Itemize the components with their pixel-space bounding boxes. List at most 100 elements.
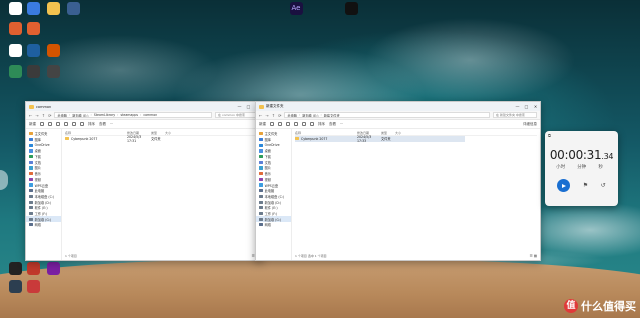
sidebar-item-label: 桌面 — [264, 149, 271, 154]
copy-icon[interactable] — [48, 122, 52, 126]
title-bar[interactable]: common — □ ✕ — [26, 102, 262, 111]
breadcrumb-item[interactable]: 此电脑 — [57, 113, 67, 118]
lap-flag-icon[interactable]: ⚑ — [583, 182, 588, 189]
view-button[interactable]: 查看 — [99, 122, 106, 127]
breadcrumb-item[interactable]: 新加卷 (E:) — [302, 113, 318, 118]
desktop-shortcut-icon[interactable]: Ae — [283, 2, 309, 15]
sidebar-item-label: 此电脑 — [34, 189, 45, 194]
sidebar-item[interactable]: 网络 — [26, 222, 61, 228]
column-header-type[interactable]: 类型 — [381, 131, 395, 135]
refresh-icon[interactable]: ⟳ — [278, 113, 281, 118]
up-arrow-icon[interactable]: ↑ — [272, 113, 275, 118]
column-header-size[interactable]: 大小 — [165, 131, 181, 135]
paste-icon[interactable] — [56, 122, 60, 126]
search-input[interactable]: 在 common 中搜索 — [215, 112, 259, 118]
window-title: 新建文件夹 — [266, 104, 284, 108]
play-button[interactable] — [557, 179, 571, 192]
breadcrumb[interactable]: 此电脑 › 新加卷 (E:) › 新建文件夹 — [284, 112, 490, 118]
sidebar-folder-icon — [259, 132, 263, 136]
desktop-shortcut-icon[interactable] — [60, 2, 86, 15]
table-row[interactable]: Cyberpunk 2077 2024/5/3 17:31 文件夹 — [65, 135, 259, 143]
folder-icon — [29, 104, 34, 109]
stopwatch-widget[interactable]: ⧉ 00:00:31.34 小时 分钟 秒 ⚑ ↺ — [545, 131, 618, 206]
sidebar-folder-icon — [259, 155, 263, 159]
rename-icon[interactable] — [294, 122, 298, 126]
paste-icon[interactable] — [286, 122, 290, 126]
sort-button[interactable]: 排序 — [318, 122, 325, 127]
new-button[interactable]: 新建 — [259, 122, 266, 127]
share-icon[interactable] — [72, 122, 76, 126]
explorer-window-right[interactable]: 新建文件夹 — □ ✕ ← → ↑ ⟳ 此电脑 › 新加卷 (E:) › 新建文件夹… — [255, 101, 541, 261]
maximize-button[interactable]: □ — [244, 102, 253, 111]
delete-icon[interactable] — [310, 122, 314, 126]
search-input[interactable]: 在 新建文件夹 中搜索 — [493, 112, 537, 118]
desktop-shortcut-icon[interactable] — [338, 2, 364, 15]
delete-icon[interactable] — [80, 122, 84, 126]
breadcrumb-item[interactable]: 新加卷 (E:) — [72, 113, 88, 118]
reset-icon[interactable]: ↺ — [601, 182, 606, 189]
navigation-pane: 主文件夹 图库 OneDrive 桌面 下载 文档 图片 音乐 视频 WPS云盘 此电脑 本地磁盘 (… — [256, 129, 292, 260]
desktop-shortcut-icon[interactable] — [40, 65, 66, 78]
sidebar-folder-icon — [259, 166, 263, 170]
details-button[interactable]: 详细信息 — [523, 122, 537, 127]
explorer-window-left[interactable]: common — □ ✕ ← → ↑ ⟳ 此电脑› 新加卷 (E:)› Stea… — [25, 101, 263, 261]
share-icon[interactable] — [302, 122, 306, 126]
breadcrumb-item[interactable]: common — [143, 113, 157, 117]
restore-icon[interactable]: ⧉ — [548, 133, 551, 138]
more-icon[interactable]: ··· — [340, 122, 343, 126]
column-header-size[interactable]: 大小 — [395, 131, 411, 135]
title-bar[interactable]: 新建文件夹 — □ ✕ — [256, 102, 540, 111]
column-header-name[interactable]: 名称 — [65, 131, 127, 135]
sidebar-item[interactable]: 网络 — [256, 222, 291, 228]
table-row[interactable]: Cyberpunk 2077 2024/5/3 17:33 文件夹 — [295, 135, 465, 143]
sidebar-item-label: 此电脑 — [264, 189, 275, 194]
widget-title-bar: ⧉ — [545, 131, 618, 139]
more-icon[interactable]: ··· — [110, 122, 113, 126]
sidebar-item-label: 文档 — [264, 160, 271, 165]
sidebar-item-label: 网络 — [34, 223, 41, 228]
view-button[interactable]: 查看 — [329, 122, 336, 127]
column-header-type[interactable]: 类型 — [151, 131, 165, 135]
sidebar-folder-icon — [29, 194, 33, 198]
desktop-shortcut-icon[interactable] — [40, 44, 66, 57]
sidebar-folder-icon — [29, 149, 33, 153]
sort-button[interactable]: 排序 — [88, 122, 95, 127]
app-glyph — [46, 65, 60, 78]
desktop-shortcut-icon[interactable] — [40, 262, 66, 275]
breadcrumb-item[interactable]: steamapps — [120, 113, 138, 117]
sidebar-folder-icon — [29, 143, 33, 147]
forward-arrow-icon[interactable]: → — [265, 113, 268, 118]
back-arrow-icon[interactable]: ← — [259, 113, 262, 118]
view-toggle-icon[interactable]: ☰ ▦ — [529, 254, 537, 258]
desktop-shortcut-icon[interactable] — [20, 280, 46, 293]
cut-icon[interactable] — [40, 122, 44, 126]
breadcrumb-item[interactable]: 新建文件夹 — [324, 113, 340, 118]
sidebar-folder-icon — [259, 223, 263, 227]
forward-arrow-icon[interactable]: → — [35, 113, 38, 118]
breadcrumb-item[interactable]: SteamLibrary — [94, 113, 115, 117]
sidebar-folder-icon — [259, 194, 263, 198]
minimize-button[interactable]: — — [513, 102, 522, 111]
sidebar-item-label: 视频 — [264, 177, 271, 182]
app-glyph — [26, 22, 40, 35]
back-arrow-icon[interactable]: ← — [29, 113, 32, 118]
status-bar: 1 个项目 选中 1 个项目 — [295, 254, 327, 258]
copy-icon[interactable] — [278, 122, 282, 126]
breadcrumb-item[interactable]: 此电脑 — [287, 113, 297, 118]
minimize-button[interactable]: — — [235, 102, 244, 111]
sidebar-item-label: OneDrive — [264, 143, 280, 148]
desktop-shortcut-icon[interactable] — [20, 22, 46, 35]
maximize-button[interactable]: □ — [522, 102, 531, 111]
new-button[interactable]: 新建 — [29, 122, 36, 127]
breadcrumb[interactable]: 此电脑 › 新加卷 (E:) › SteamLibrary › steamapps › … — [54, 112, 212, 118]
sidebar-item-label: 图片 — [34, 166, 41, 171]
file-list: 名称 修改日期 类型 大小 Cyberpunk 2077 2024/5/3 17… — [62, 129, 262, 260]
cut-icon[interactable] — [270, 122, 274, 126]
up-arrow-icon[interactable]: ↑ — [42, 113, 45, 118]
column-header-name[interactable]: 名称 — [295, 131, 357, 135]
sidebar-folder-icon — [29, 189, 33, 193]
sidebar-item-label: WPS云盘 — [264, 183, 279, 188]
close-button[interactable]: ✕ — [531, 102, 540, 111]
refresh-icon[interactable]: ⟳ — [48, 113, 51, 118]
rename-icon[interactable] — [64, 122, 68, 126]
